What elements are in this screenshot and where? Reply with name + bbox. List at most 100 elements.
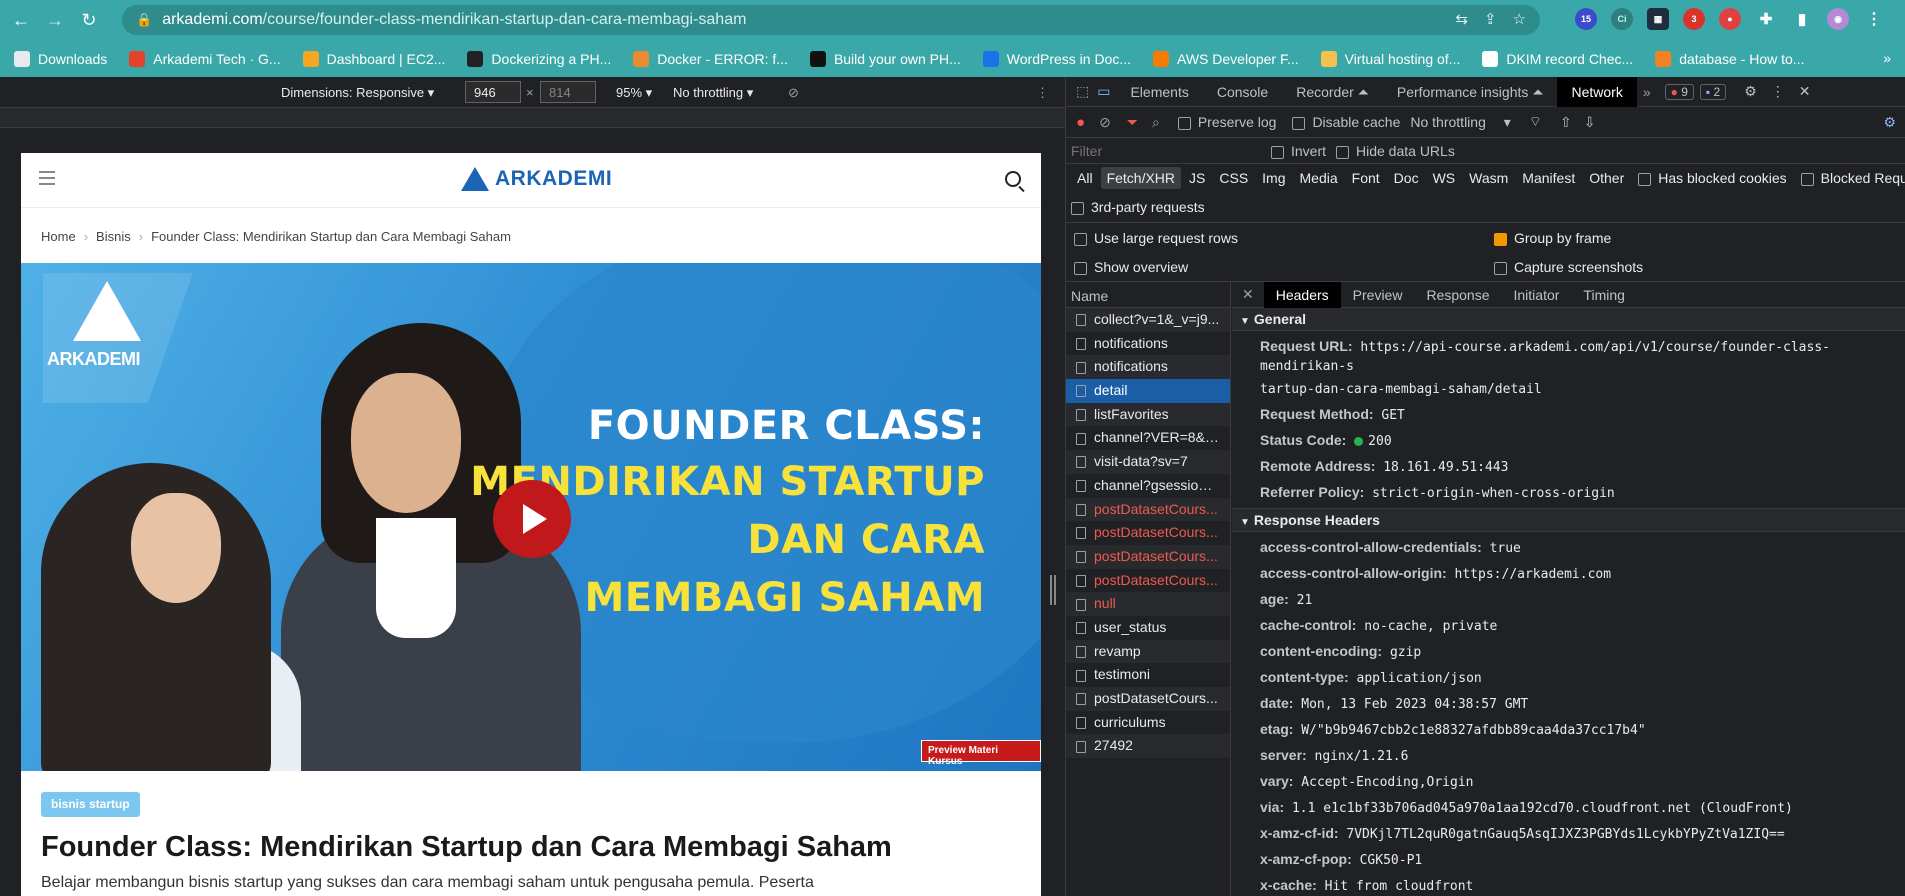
viewport-width-input[interactable]: 946 bbox=[465, 81, 521, 103]
filter-type-all[interactable]: All bbox=[1071, 167, 1099, 189]
bookmark-item[interactable]: AWS Developer F... bbox=[1153, 50, 1299, 67]
more-tabs-icon[interactable]: » bbox=[1643, 84, 1651, 100]
category-tag[interactable]: bisnis startup bbox=[41, 792, 140, 817]
request-row[interactable]: postDatasetCours... bbox=[1066, 497, 1230, 522]
avatar[interactable]: ◉ bbox=[1827, 8, 1849, 30]
group-by-frame-checkbox[interactable]: Group by frame bbox=[1494, 230, 1611, 246]
hide-data-urls-checkbox[interactable]: Hide data URLs bbox=[1336, 143, 1455, 159]
kebab-menu-icon[interactable]: ⋮ bbox=[1863, 8, 1885, 30]
bookmark-item[interactable]: Dashboard | EC2... bbox=[302, 50, 445, 67]
request-row[interactable]: curriculums bbox=[1066, 711, 1230, 735]
zoom-select[interactable]: 95% ▾ bbox=[616, 85, 652, 101]
filter-type-doc[interactable]: Doc bbox=[1388, 167, 1425, 189]
invert-checkbox[interactable]: Invert bbox=[1271, 143, 1326, 159]
course-video-thumbnail[interactable]: ARKADEMI FOUNDER CLASS: MENDIRIKAN START… bbox=[21, 263, 1041, 771]
filter-type-img[interactable]: Img bbox=[1256, 167, 1291, 189]
blocked-requests-checkbox[interactable]: Blocked Requests bbox=[1800, 170, 1905, 186]
request-row[interactable]: user_status bbox=[1066, 616, 1230, 640]
tab-console[interactable]: Console bbox=[1203, 77, 1282, 107]
record-stop-icon[interactable]: ● bbox=[1076, 114, 1085, 131]
request-row[interactable]: channel?VER=8&d... bbox=[1066, 426, 1230, 450]
request-row[interactable]: postDatasetCours... bbox=[1066, 521, 1230, 545]
rotate-icon[interactable]: ⊘ bbox=[788, 85, 799, 101]
settings-gear-icon[interactable]: ⚙ bbox=[1744, 83, 1757, 100]
bookmark-item[interactable]: Build your own PH... bbox=[809, 50, 961, 67]
export-har-icon[interactable]: ⇩ bbox=[1584, 114, 1596, 131]
name-column-header[interactable]: Name bbox=[1066, 282, 1230, 308]
bookmark-item[interactable]: Arkademi Tech · G... bbox=[129, 50, 281, 67]
wifi-settings-icon[interactable]: ⌔ bbox=[1529, 113, 1542, 131]
reload-icon[interactable]: ↻ bbox=[76, 7, 102, 33]
forward-arrow-icon[interactable]: → bbox=[42, 7, 68, 33]
import-har-icon[interactable]: ⇧ bbox=[1560, 114, 1572, 131]
request-row[interactable]: postDatasetCours... bbox=[1066, 687, 1230, 711]
filter-type-fetch-xhr[interactable]: Fetch/XHR bbox=[1100, 167, 1182, 189]
tab-network[interactable]: Network bbox=[1557, 76, 1637, 107]
viewport-height-input[interactable]: 814 bbox=[540, 81, 596, 103]
disable-cache-checkbox[interactable]: Disable cache bbox=[1292, 114, 1400, 130]
large-rows-checkbox[interactable]: Use large request rows bbox=[1074, 230, 1238, 246]
adblock-icon[interactable]: 3 bbox=[1683, 8, 1705, 30]
filter-type-manifest[interactable]: Manifest bbox=[1516, 167, 1581, 189]
throttle-select[interactable]: No throttling ▾ bbox=[673, 85, 753, 101]
request-row[interactable]: revamp bbox=[1066, 639, 1230, 664]
message-count-badge[interactable]: ▪ 2 bbox=[1699, 83, 1727, 100]
request-row[interactable]: detail bbox=[1066, 379, 1230, 403]
request-row[interactable]: listFavorites bbox=[1066, 402, 1230, 427]
preview-badge[interactable]: Preview Materi Kursus bbox=[921, 740, 1041, 767]
puzzle-icon[interactable]: ✚ bbox=[1755, 8, 1777, 30]
bookmark-item[interactable]: database - How to... bbox=[1655, 50, 1804, 67]
device-kebab-icon[interactable]: ⋮ bbox=[1036, 85, 1049, 101]
filter-type-css[interactable]: CSS bbox=[1213, 167, 1254, 189]
filter-type-other[interactable]: Other bbox=[1583, 167, 1630, 189]
bookmark-item[interactable]: Dockerizing a PH... bbox=[467, 50, 611, 67]
request-row[interactable]: channel?gsessioni... bbox=[1066, 474, 1230, 498]
bookmark-item[interactable]: Virtual hosting of... bbox=[1320, 50, 1460, 67]
detail-tab-preview[interactable]: Preview bbox=[1341, 282, 1415, 308]
breadcrumb-home[interactable]: Home bbox=[41, 229, 76, 244]
request-row[interactable]: 27492 bbox=[1066, 734, 1230, 759]
dimensions-select[interactable]: Dimensions: Responsive ▾ bbox=[281, 85, 434, 101]
detail-tab-headers[interactable]: Headers bbox=[1263, 282, 1341, 308]
device-toggle-icon[interactable]: ▭ bbox=[1097, 83, 1110, 100]
request-row[interactable]: notifications bbox=[1066, 355, 1230, 380]
filter-type-js[interactable]: JS bbox=[1183, 167, 1211, 189]
capture-screenshots-checkbox[interactable]: Capture screenshots bbox=[1494, 259, 1643, 275]
request-row[interactable]: notifications bbox=[1066, 332, 1230, 356]
request-row[interactable]: visit-data?sv=7 bbox=[1066, 450, 1230, 474]
filter-funnel-icon[interactable]: ⏷ bbox=[1127, 114, 1138, 131]
breadcrumb-category[interactable]: Bisnis bbox=[96, 229, 131, 244]
search-icon[interactable] bbox=[1005, 171, 1021, 187]
request-row[interactable]: null bbox=[1066, 592, 1230, 616]
show-overview-checkbox[interactable]: Show overview bbox=[1074, 259, 1188, 275]
close-detail-icon[interactable]: ✕ bbox=[1232, 286, 1264, 303]
bookmark-item[interactable]: Docker - ERROR: f... bbox=[633, 50, 788, 67]
back-arrow-icon[interactable]: ← bbox=[8, 7, 34, 33]
bookmarks-overflow-icon[interactable]: » bbox=[1883, 50, 1891, 66]
hamburger-menu-icon[interactable] bbox=[39, 171, 55, 185]
detail-tab-response[interactable]: Response bbox=[1414, 282, 1501, 308]
tab-performance-insights[interactable]: Performance insights ⏶ bbox=[1383, 77, 1558, 107]
extension-grid-icon[interactable]: ▦ bbox=[1647, 8, 1669, 30]
third-party-checkbox[interactable]: 3rd-party requests bbox=[1071, 199, 1205, 215]
response-headers-section-header[interactable]: ▼ Response Headers bbox=[1232, 508, 1905, 532]
extension-red-icon[interactable]: ● bbox=[1719, 8, 1741, 30]
detail-tab-timing[interactable]: Timing bbox=[1571, 282, 1637, 308]
network-settings-icon[interactable]: ⚙ bbox=[1883, 114, 1896, 131]
filter-type-wasm[interactable]: Wasm bbox=[1463, 167, 1514, 189]
devtools-kebab-icon[interactable]: ⋮ bbox=[1771, 83, 1785, 100]
tab-recorder[interactable]: Recorder ⏶ bbox=[1282, 77, 1383, 107]
filter-type-font[interactable]: Font bbox=[1346, 167, 1386, 189]
error-count-badge[interactable]: ● 9 bbox=[1664, 83, 1694, 100]
close-icon[interactable]: ✕ bbox=[1799, 83, 1811, 100]
inspect-element-icon[interactable]: ⬚ bbox=[1076, 83, 1089, 100]
filter-type-ws[interactable]: WS bbox=[1427, 167, 1462, 189]
share-icon[interactable]: ⇪ bbox=[1484, 10, 1497, 28]
bookmark-item[interactable]: WordPress in Doc... bbox=[982, 50, 1131, 67]
tab-elements[interactable]: Elements bbox=[1116, 77, 1202, 107]
filter-type-media[interactable]: Media bbox=[1294, 167, 1344, 189]
general-section-header[interactable]: ▼ General bbox=[1232, 308, 1905, 331]
bookmark-item[interactable]: DKIM record Chec... bbox=[1482, 50, 1633, 67]
bookmark-item[interactable]: Downloads bbox=[14, 50, 107, 67]
preserve-log-checkbox[interactable]: Preserve log bbox=[1177, 114, 1276, 130]
